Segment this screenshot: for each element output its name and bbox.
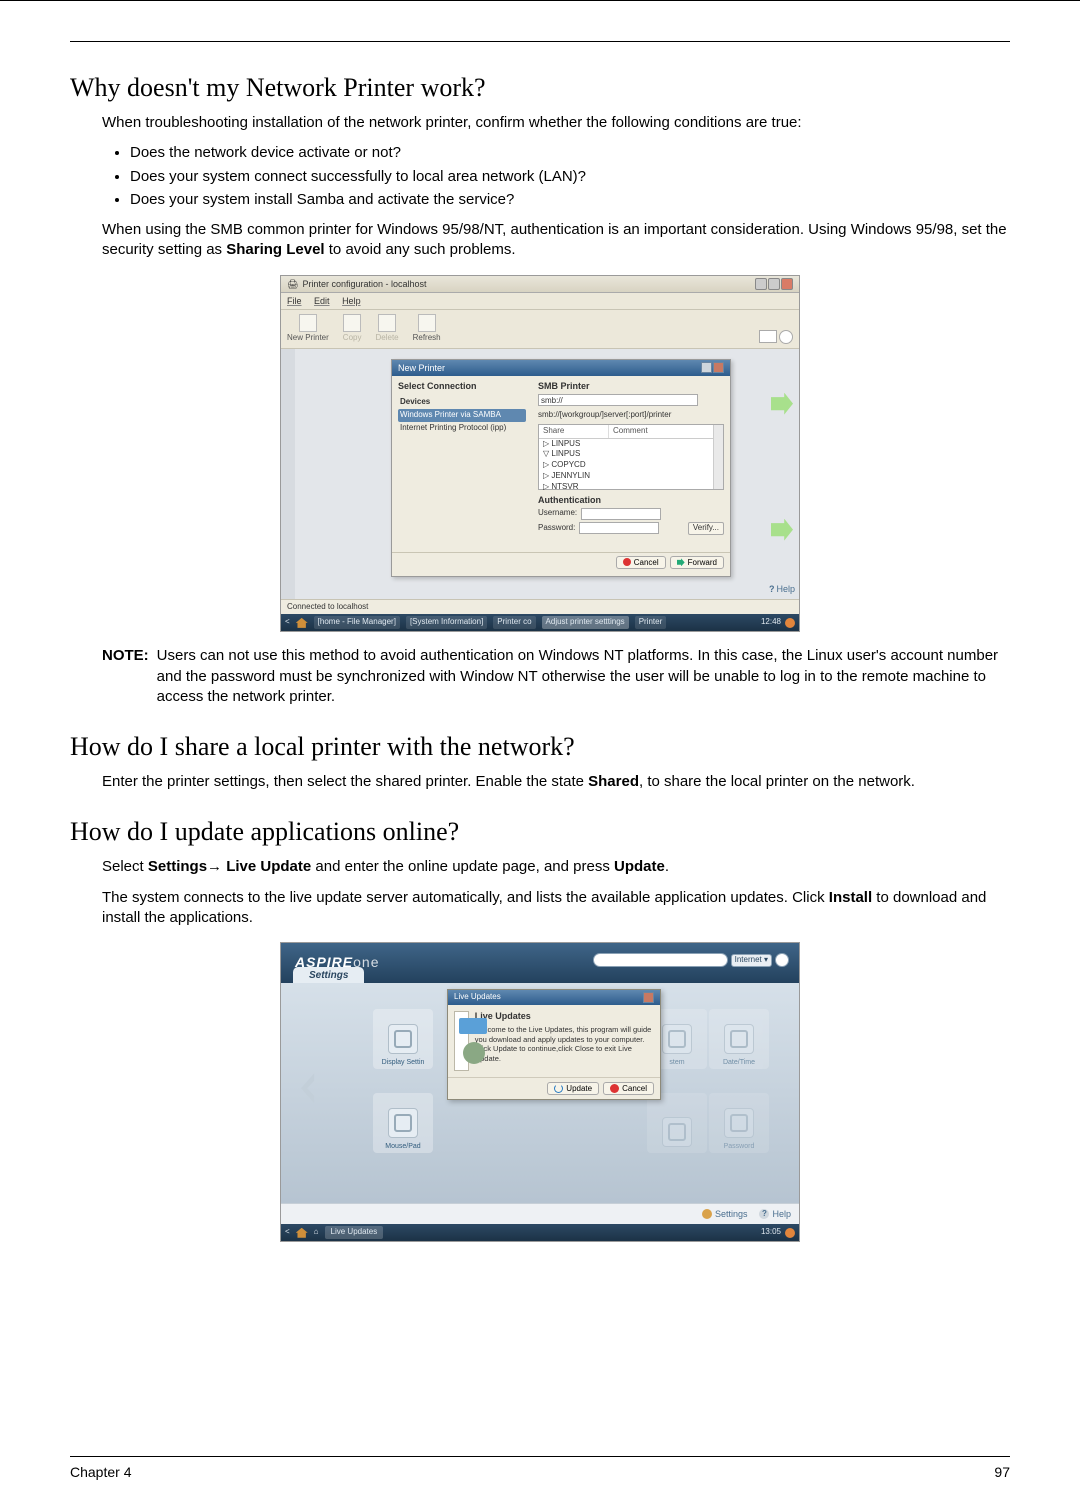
device-item-ipp[interactable]: Internet Printing Protocol (ipp) [398,422,526,435]
taskbar-item[interactable]: Printer [635,616,667,629]
smb-uri-hint: smb://[workgroup/]server[:port]/printer [538,410,724,421]
help-link[interactable]: ?Help [759,1208,791,1220]
next-arrow-icon[interactable] [771,393,793,415]
password-input[interactable] [579,522,659,534]
power-icon[interactable] [785,618,795,628]
prev-page-icon[interactable] [301,1073,323,1103]
sec2-text: Enter the printer settings, then select … [102,772,1010,792]
bullet-item: Does the network device activate or not? [130,143,1010,163]
search-dropdown[interactable] [759,330,777,343]
dialog-heading: Live Updates [475,1011,654,1022]
verify-button[interactable]: Verify... [688,522,724,535]
smb-printer-label: SMB Printer [538,380,724,392]
taskbar-item[interactable]: [System Information] [406,616,487,629]
taskbar-item[interactable]: Printer co [493,616,535,629]
taskbar-item[interactable]: [home - File Manager] [314,616,400,629]
username-input[interactable] [581,508,661,520]
printer-icon: 🖨 [287,278,298,290]
window-controls[interactable] [755,278,793,290]
search-mode-dropdown[interactable]: Internet ▾ [731,954,772,967]
sec3-line2: The system connects to the live update s… [102,888,1010,929]
live-updates-dialog: Live Updates Live Updates Welcome to the… [447,989,661,1100]
search-icon[interactable] [779,330,793,344]
status-bar: Connected to localhost [281,599,799,615]
smb-uri-input[interactable]: smb:// [538,394,698,406]
home-icon[interactable] [296,618,308,628]
device-item-samba[interactable]: Windows Printer via SAMBA [398,409,526,422]
gear-icon [702,1209,712,1219]
update-button[interactable]: Update [547,1082,599,1095]
card-mouse-pad[interactable]: Mouse/Pad [373,1093,433,1153]
menubar[interactable]: File Edit Help [281,293,799,310]
heading-network-printer: Why doesn't my Network Printer work? [70,70,1010,105]
footer-page-number: 97 [994,1463,1010,1482]
menu-edit[interactable]: Edit [314,296,330,306]
tab-settings[interactable]: Settings [293,967,364,984]
select-connection-label: Select Connection [398,380,526,392]
search-input[interactable] [593,953,728,967]
toolbar-copy: Copy [343,314,362,344]
devices-label: Devices [398,396,526,409]
window-title: Printer configuration - localhost [302,278,426,290]
sec1-intro: When troubleshooting installation of the… [102,113,1010,133]
authentication-label: Authentication [538,494,724,506]
bullet-item: Does your system connect successfully to… [130,167,1010,187]
sec1-para-smb: When using the SMB common printer for Wi… [102,220,1010,261]
heading-share-printer: How do I share a local printer with the … [70,729,1010,764]
footer-chapter: Chapter 4 [70,1463,131,1482]
screenshot-live-updates: ASPIREone Internet ▾ Settings Display Se… [280,942,800,1242]
home-icon[interactable] [296,1228,308,1238]
search-icon[interactable] [775,953,789,967]
note-label: NOTE: [102,646,157,707]
toolbar-refresh[interactable]: Refresh [413,314,441,344]
close-icon[interactable] [781,278,793,290]
scrollbar[interactable] [713,425,723,489]
password-label: Password: [538,523,575,534]
forward-button[interactable]: Forward [670,556,724,569]
clock: 12:48 [761,617,781,628]
note-body: Users can not use this method to avoid a… [157,646,1010,707]
wizard-image [454,1011,469,1071]
toolbar-new-printer[interactable]: New Printer [287,314,329,344]
dialog-title: New Printer [398,362,445,374]
cancel-button[interactable]: Cancel [616,556,666,569]
dialog-body: Welcome to the Live Updates, this progra… [475,1025,654,1063]
sec3-line1: Select Settings→ Live Update and enter t… [102,857,1010,877]
menu-file[interactable]: File [287,296,302,306]
power-icon[interactable] [785,1228,795,1238]
close-icon[interactable] [713,362,724,373]
toolbar-delete: Delete [375,314,398,344]
heading-update-apps: How do I update applications online? [70,814,1010,849]
dialog-new-printer: New Printer Select Connection Devices Wi… [391,359,731,577]
help-icon: ? [759,1209,769,1219]
card-date-time[interactable]: Date/Time [709,1009,769,1069]
taskbar-item[interactable]: Adjust printer setttings [542,616,629,629]
screenshot-printer-config: 🖨 Printer configuration - localhost File… [280,275,800,633]
taskbar-item[interactable]: Live Updates [325,1226,384,1239]
cancel-button[interactable]: Cancel [603,1082,654,1095]
next-arrow-icon[interactable] [771,519,793,541]
card-password[interactable]: Password [709,1093,769,1153]
card-item[interactable] [647,1093,707,1153]
close-icon[interactable] [643,992,654,1003]
username-label: Username: [538,508,577,519]
card-display-settings[interactable]: Display Settin [373,1009,433,1069]
dialog-title: Live Updates [454,992,501,1003]
share-list[interactable]: ShareComment ▷ LINPUS ▽ LINPUS ▷ COPYCD … [538,424,724,490]
settings-link[interactable]: Settings [702,1208,748,1220]
menu-help[interactable]: Help [342,296,361,306]
bullet-item: Does your system install Samba and activ… [130,190,1010,210]
sec1-bullet-list: Does the network device activate or not?… [70,143,1010,210]
clock: 13:05 [761,1227,781,1238]
help-button[interactable]: ?Help [769,583,795,595]
